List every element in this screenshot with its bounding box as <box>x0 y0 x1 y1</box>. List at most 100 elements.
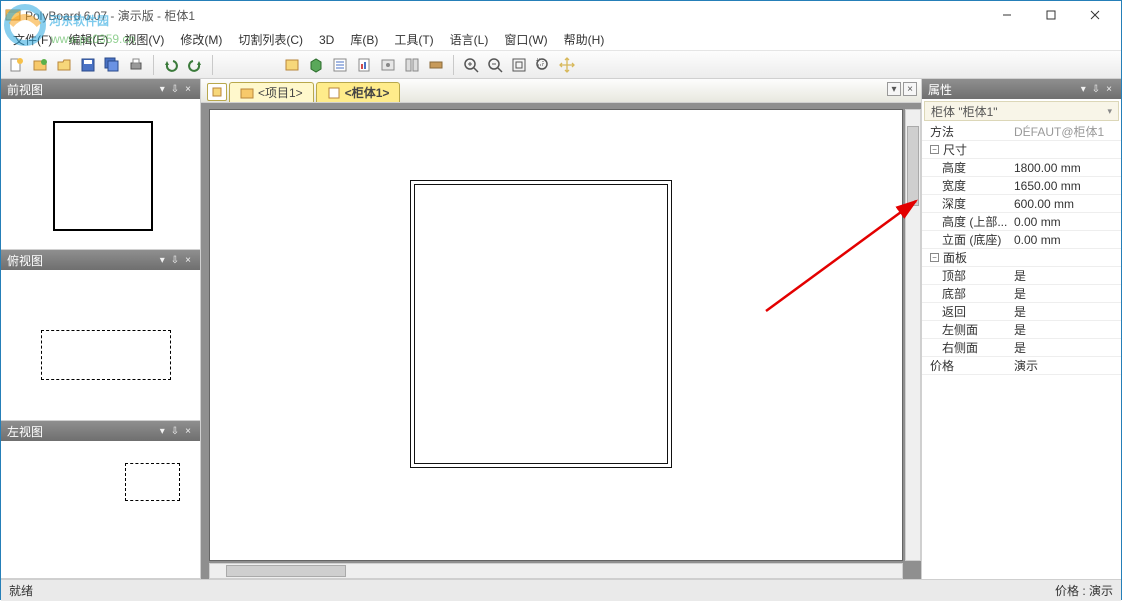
report-icon[interactable] <box>353 54 375 76</box>
left-view-title: 左视图 <box>7 423 43 440</box>
status-right: 价格 : 演示 <box>1055 582 1113 599</box>
menu-view[interactable]: 视图(V) <box>118 29 170 50</box>
canvas-viewport[interactable] <box>201 103 921 579</box>
top-view-shape <box>41 330 171 380</box>
config-icon[interactable] <box>377 54 399 76</box>
prop-upper-height[interactable]: 高度 (上部...0.00 mm <box>922 213 1121 231</box>
collapse-icon: − <box>930 145 939 154</box>
dropdown-icon[interactable]: ▾ <box>160 84 165 95</box>
properties-title: 属性 <box>928 81 952 98</box>
cabinet-drawing[interactable] <box>410 180 672 468</box>
tab-cabinet-label: <柜体1> <box>345 84 390 101</box>
document-tabs: <项目1> <柜体1> ▾ × <box>201 79 921 103</box>
tab-close-icon[interactable]: × <box>903 82 917 96</box>
menu-library[interactable]: 库(B) <box>344 29 384 50</box>
prop-bottom-panel[interactable]: 底部是 <box>922 285 1121 303</box>
material-icon[interactable] <box>425 54 447 76</box>
pin-icon[interactable]: ⇩ <box>171 84 179 95</box>
properties-subject[interactable]: 柜体 "柜体1" <box>924 101 1119 121</box>
status-left: 就绪 <box>9 582 33 599</box>
title-bar: PolyBoard 6.07 - 演示版 - 柜体1 <box>1 1 1121 29</box>
front-view-canvas[interactable] <box>1 99 200 249</box>
left-viewports: 前视图 ▾ ⇩ × 俯视图 ▾ ⇩ × 左视图 <box>1 79 201 579</box>
window-title: PolyBoard 6.07 - 演示版 - 柜体1 <box>25 7 985 24</box>
close-button[interactable] <box>1073 1 1117 29</box>
menu-modify[interactable]: 修改(M) <box>174 29 228 50</box>
menu-window[interactable]: 窗口(W) <box>498 29 553 50</box>
pin-icon[interactable]: ⇩ <box>171 255 179 266</box>
redo-icon[interactable] <box>184 54 206 76</box>
tab-list-icon[interactable] <box>207 83 227 101</box>
prop-group-panels[interactable]: −面板 <box>922 249 1121 267</box>
minimize-button[interactable] <box>985 1 1029 29</box>
properties-grid: 方法DÉFAUT@柜体1 −尺寸 高度1800.00 mm 宽度1650.00 … <box>922 123 1121 579</box>
prop-top-panel[interactable]: 顶部是 <box>922 267 1121 285</box>
close-icon[interactable]: × <box>185 255 191 266</box>
zoom-region-icon[interactable] <box>532 54 554 76</box>
top-view-header[interactable]: 俯视图 ▾ ⇩ × <box>1 250 200 270</box>
menu-edit[interactable]: 编辑(E) <box>62 29 114 50</box>
menu-file[interactable]: 文件(F) <box>7 29 58 50</box>
tab-project-label: <项目1> <box>258 84 303 101</box>
status-bar: 就绪 价格 : 演示 <box>1 579 1121 601</box>
menu-3d[interactable]: 3D <box>313 31 340 49</box>
left-view-header[interactable]: 左视图 ▾ ⇩ × <box>1 421 200 441</box>
cut-icon[interactable] <box>401 54 423 76</box>
menu-language[interactable]: 语言(L) <box>444 29 495 50</box>
collapse-icon: − <box>930 253 939 262</box>
main-canvas-area: <项目1> <柜体1> ▾ × <box>201 79 921 579</box>
zoom-in-icon[interactable] <box>460 54 482 76</box>
menu-help[interactable]: 帮助(H) <box>558 29 611 50</box>
drawing-paper <box>209 109 903 561</box>
zoom-fit-icon[interactable] <box>508 54 530 76</box>
prop-price[interactable]: 价格演示 <box>922 357 1121 375</box>
close-icon[interactable]: × <box>185 426 191 437</box>
save-icon[interactable] <box>77 54 99 76</box>
tab-cabinet[interactable]: <柜体1> <box>316 82 401 102</box>
list-icon[interactable] <box>329 54 351 76</box>
close-icon[interactable]: × <box>1106 84 1112 95</box>
box-icon[interactable] <box>305 54 327 76</box>
dropdown-icon[interactable]: ▾ <box>160 255 165 266</box>
pin-icon[interactable]: ⇩ <box>1092 84 1100 95</box>
tab-dropdown-icon[interactable]: ▾ <box>887 82 901 96</box>
dropdown-icon[interactable]: ▾ <box>1081 84 1086 95</box>
horizontal-scrollbar[interactable] <box>209 563 903 579</box>
menu-cutlist[interactable]: 切割列表(C) <box>232 29 309 50</box>
pan-icon[interactable] <box>556 54 578 76</box>
prop-left-panel[interactable]: 左侧面是 <box>922 321 1121 339</box>
front-view-shape <box>53 121 153 231</box>
print-icon[interactable] <box>125 54 147 76</box>
front-view-header[interactable]: 前视图 ▾ ⇩ × <box>1 79 200 99</box>
maximize-button[interactable] <box>1029 1 1073 29</box>
menu-tools[interactable]: 工具(T) <box>388 29 439 50</box>
app-icon <box>5 7 21 23</box>
main-toolbar <box>1 51 1121 79</box>
dropdown-icon[interactable]: ▾ <box>160 426 165 437</box>
properties-header[interactable]: 属性 ▾ ⇩ × <box>922 79 1121 99</box>
prop-base[interactable]: 立面 (底座)0.00 mm <box>922 231 1121 249</box>
vertical-scrollbar[interactable] <box>905 109 921 561</box>
undo-icon[interactable] <box>160 54 182 76</box>
prop-right-panel[interactable]: 右侧面是 <box>922 339 1121 357</box>
prop-method[interactable]: 方法DÉFAUT@柜体1 <box>922 123 1121 141</box>
prop-width[interactable]: 宽度1650.00 mm <box>922 177 1121 195</box>
new-project-icon[interactable] <box>29 54 51 76</box>
tab-project[interactable]: <项目1> <box>229 82 314 102</box>
close-icon[interactable]: × <box>185 84 191 95</box>
prop-group-dims[interactable]: −尺寸 <box>922 141 1121 159</box>
properties-panel: 属性 ▾ ⇩ × 柜体 "柜体1" 方法DÉFAUT@柜体1 −尺寸 高度180… <box>921 79 1121 579</box>
prop-back-panel[interactable]: 返回是 <box>922 303 1121 321</box>
save-all-icon[interactable] <box>101 54 123 76</box>
item-icon[interactable] <box>281 54 303 76</box>
new-doc-icon[interactable] <box>5 54 27 76</box>
top-view-canvas[interactable] <box>1 270 200 420</box>
top-view-title: 俯视图 <box>7 252 43 269</box>
left-view-shape <box>125 463 180 501</box>
open-icon[interactable] <box>53 54 75 76</box>
prop-height[interactable]: 高度1800.00 mm <box>922 159 1121 177</box>
front-view-title: 前视图 <box>7 81 43 98</box>
zoom-out-icon[interactable] <box>484 54 506 76</box>
prop-depth[interactable]: 深度600.00 mm <box>922 195 1121 213</box>
pin-icon[interactable]: ⇩ <box>171 426 179 437</box>
